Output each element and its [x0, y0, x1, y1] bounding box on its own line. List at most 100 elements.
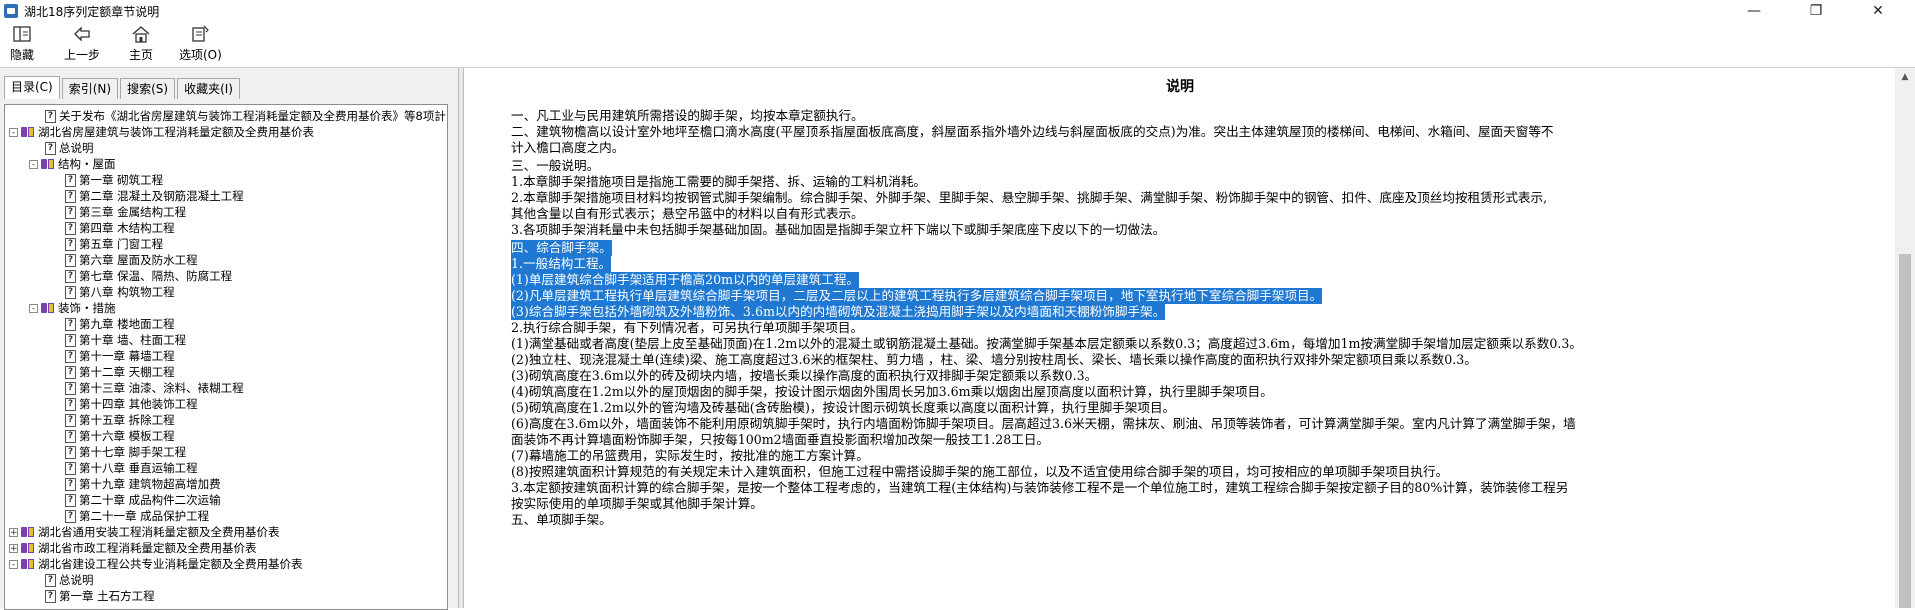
collapse-icon[interactable]: -: [29, 303, 38, 313]
tree-item[interactable]: ? 第十一章 幕墙工程: [65, 348, 175, 364]
collapse-icon[interactable]: -: [9, 127, 18, 137]
help-page-icon: ?: [65, 445, 76, 459]
tree-item[interactable]: ? 第十八章 垂直运输工程: [65, 460, 198, 476]
text-line: 五、单项脚手架。: [511, 512, 612, 527]
close-icon[interactable]: ✕: [1855, 0, 1901, 22]
help-page-icon: ?: [65, 365, 76, 379]
window-title: 湖北18序列定额章节说明: [24, 4, 160, 19]
selected-text-line: 1.一般结构工程。: [511, 256, 612, 272]
text-line: 面装饰不再计算墙面粉饰脚手架，只按每100m2墙面垂直投影面积增加改架一般技工1…: [511, 432, 1050, 447]
tree-item-label: 第九章 楼地面工程: [79, 317, 175, 331]
tree-item[interactable]: ? 第五章 门窗工程: [65, 236, 163, 252]
help-page-icon: ?: [65, 413, 76, 427]
tree-item-label: 湖北省建设工程公共专业消耗量定额及全费用基价表: [38, 557, 303, 571]
tab-search[interactable]: 搜索(S): [120, 78, 176, 99]
tree-folder[interactable]: - 装饰・措施: [29, 300, 116, 316]
tree-item[interactable]: ? 第十二章 天棚工程: [65, 364, 175, 380]
tree-item[interactable]: ? 第二十章 成品构件二次运输: [65, 492, 221, 508]
tree-folder[interactable]: - 湖北省房屋建筑与装饰工程消耗量定额及全费用基价表: [9, 124, 314, 140]
options-icon: [192, 25, 210, 42]
text-line: 3.本定额按建筑面积计算的综合脚手架，是按一个整体工程考虑的，当建筑工程(主体结…: [511, 480, 1569, 495]
help-page-icon: ?: [65, 461, 76, 475]
content-pane[interactable]: 说明 一、凡工业与民用建筑所需搭设的脚手架，均按本章定额执行。 二、建筑物檐高以设…: [463, 68, 1896, 608]
tree-item-label: 第五章 门窗工程: [79, 237, 164, 251]
collapse-icon[interactable]: -: [9, 559, 18, 569]
tree-item[interactable]: ? 第十七章 脚手架工程: [65, 444, 186, 460]
tab-favorites[interactable]: 收藏夹(I): [177, 78, 240, 99]
home-button[interactable]: 主页: [129, 24, 153, 66]
nav-tabs: 目录(C) 索引(N) 搜索(S) 收藏夹(I): [4, 76, 242, 100]
tree-item-label: 第六章 屋面及防水工程: [79, 253, 198, 267]
tree-item[interactable]: ? 第一章 砌筑工程: [65, 172, 163, 188]
tree-item[interactable]: ? 总说明: [45, 572, 94, 588]
tree-item[interactable]: ? 第十三章 油漆、涂料、裱糊工程: [65, 380, 244, 396]
tree-item-label: 第一章 土石方工程: [59, 589, 155, 603]
tree-item[interactable]: ? 第四章 木结构工程: [65, 220, 175, 236]
tree-item-label: 结构・屋面: [58, 157, 116, 171]
text-line: 三、一般说明。: [511, 158, 600, 173]
tree-item[interactable]: ? 第十六章 模板工程: [65, 428, 175, 444]
options-button[interactable]: 选项(O): [179, 24, 222, 66]
tree-item-label: 第十七章 脚手架工程: [79, 445, 187, 459]
tree-folder[interactable]: + 湖北省通用安装工程消耗量定额及全费用基价表: [9, 524, 280, 540]
tree-item-label: 第十章 墙、柱面工程: [79, 333, 187, 347]
scroll-up-icon[interactable]: ▲: [1900, 72, 1910, 82]
tab-index[interactable]: 索引(N): [61, 78, 119, 99]
help-page-icon: ?: [65, 253, 76, 267]
expand-icon[interactable]: +: [9, 527, 18, 537]
help-page-icon: ?: [65, 509, 76, 523]
tree-item-label: 第三章 金属结构工程: [79, 205, 187, 219]
tree-item[interactable]: ? 第一章 土石方工程: [45, 588, 155, 604]
tree-item-label: 第十九章 建筑物超高增加费: [79, 477, 221, 491]
help-page-icon: ?: [65, 397, 76, 411]
scroll-thumb[interactable]: [1899, 254, 1911, 608]
tree-item[interactable]: ? 第十章 墙、柱面工程: [65, 332, 186, 348]
tree-item[interactable]: ? 第七章 保温、隔热、防腐工程: [65, 268, 232, 284]
tree-item[interactable]: ? 第九章 楼地面工程: [65, 316, 175, 332]
tree-item-label: 关于发布《湖北省房屋建筑与装饰工程消耗量定额及全费用基价表》等8项計: [59, 109, 446, 123]
help-page-icon: ?: [65, 333, 76, 347]
text-line: (1)满堂基础或者高度(垫层上皮至基础顶面)在1.2m以外的混凝土或钢筋混凝土基…: [511, 336, 1582, 351]
tree-item[interactable]: ? 第八章 构筑物工程: [65, 284, 175, 300]
tree-item[interactable]: ? 关于发布《湖北省房屋建筑与装饰工程消耗量定额及全费用基价表》等8项計: [45, 108, 446, 124]
tree-item[interactable]: ? 第二章 混凝土及钢筋混凝土工程: [65, 188, 244, 204]
content-scrollbar[interactable]: ▲: [1895, 68, 1915, 608]
restore-icon[interactable]: ❐: [1793, 0, 1839, 22]
tree-folder[interactable]: - 湖北省建设工程公共专业消耗量定额及全费用基价表: [9, 556, 303, 572]
tree-item[interactable]: ? 第三章 金属结构工程: [65, 204, 186, 220]
collapse-icon[interactable]: -: [29, 159, 38, 169]
minimize-icon[interactable]: —: [1731, 0, 1777, 22]
tree-item-label: 总说明: [59, 141, 94, 155]
tree-folder[interactable]: + 湖北省市政工程消耗量定额及全费用基价表: [9, 540, 257, 556]
book-icon: [41, 302, 55, 314]
help-page-icon: ?: [65, 429, 76, 443]
text-line: 2.本章脚手架措施项目材料均按钢管式脚手架编制。综合脚手架、外脚手架、里脚手架、…: [511, 190, 1548, 205]
hide-icon: [13, 26, 31, 42]
tree-item[interactable]: ? 第六章 屋面及防水工程: [65, 252, 198, 268]
home-button-label: 主页: [129, 48, 154, 62]
tree-item-label: 湖北省通用安装工程消耗量定额及全费用基价表: [38, 525, 280, 539]
tree-folder[interactable]: - 结构・屋面: [29, 156, 116, 172]
back-arrow-icon: [74, 26, 90, 42]
tab-contents[interactable]: 目录(C): [4, 76, 60, 99]
tree-item[interactable]: ? 总说明: [45, 140, 94, 156]
text-line: 一、凡工业与民用建筑所需搭设的脚手架，均按本章定额执行。: [511, 108, 864, 123]
tree-item-label: 第七章 保温、隔热、防腐工程: [79, 269, 233, 283]
tree-item-label: 第十五章 拆除工程: [79, 413, 175, 427]
tree-item[interactable]: ? 第十四章 其他装饰工程: [65, 396, 198, 412]
contents-tree[interactable]: ? 关于发布《湖北省房屋建筑与装饰工程消耗量定额及全费用基价表》等8项計 - 湖北省房…: [4, 104, 448, 610]
text-line: 3.各项脚手架消耗量中未包括脚手架基础加固。基础加固是指脚手架立杆下端以下或脚手…: [511, 222, 1166, 237]
tree-item[interactable]: ? 第二十一章 成品保护工程: [65, 508, 209, 524]
help-page-icon: ?: [45, 589, 56, 603]
tree-item[interactable]: ? 第十五章 拆除工程: [65, 412, 175, 428]
tree-item[interactable]: ? 第十九章 建筑物超高增加费: [65, 476, 221, 492]
book-icon: [41, 158, 55, 170]
tree-item-label: 总说明: [59, 573, 94, 587]
expand-icon[interactable]: +: [9, 543, 18, 553]
text-line: (6)高度在3.6m以外，墙面装饰不能利用原砌筑脚手架时，执行内墙面粉饰脚手架项…: [511, 416, 1576, 431]
tree-item-label: 湖北省房屋建筑与装饰工程消耗量定额及全费用基价表: [38, 125, 314, 139]
help-page-icon: ?: [65, 237, 76, 251]
back-button[interactable]: 上一步: [64, 24, 100, 66]
text-line: (2)独立柱、现浇混凝土单(连续)梁、施工高度超过3.6米的框架柱、剪力墙 ，柱…: [511, 352, 1477, 367]
hide-button[interactable]: 隐藏: [10, 24, 34, 66]
